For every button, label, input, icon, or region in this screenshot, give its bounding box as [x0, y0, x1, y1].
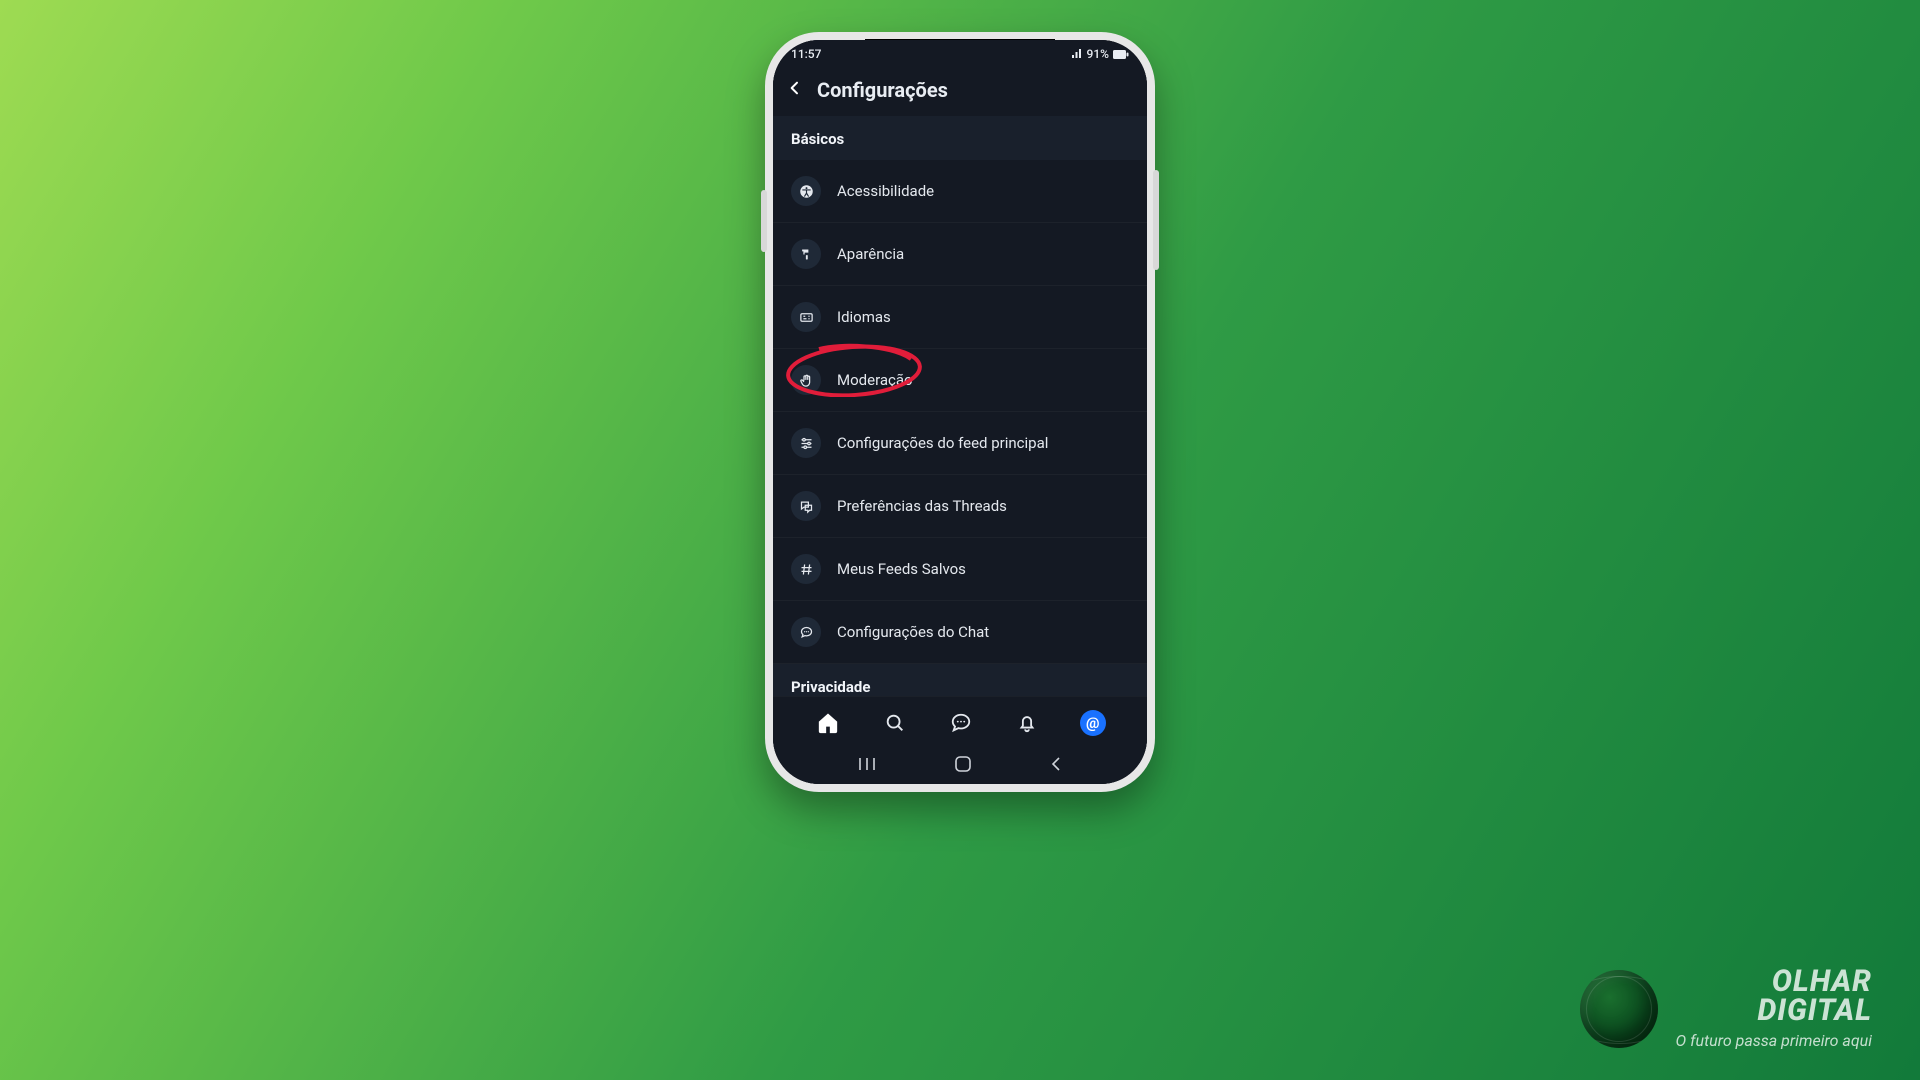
hand-icon-wrap [791, 365, 821, 395]
app-header: Configurações [773, 68, 1147, 116]
brand-tagline: O futuro passa primeiro aqui [1676, 1031, 1872, 1050]
phone-screen: 11:57 91% Configurações BásicosAcessibil… [773, 40, 1147, 784]
nav-notifications[interactable] [1013, 709, 1041, 737]
nav-home[interactable] [814, 709, 842, 737]
softkey-back[interactable] [1049, 755, 1063, 777]
language-icon-wrap [791, 302, 821, 332]
language-icon [799, 310, 814, 325]
bubble-icon [799, 625, 814, 640]
chevron-left-icon [787, 80, 803, 96]
recents-icon [857, 756, 877, 772]
settings-row-chat-settings[interactable]: Configurações do Chat [773, 601, 1147, 664]
settings-row-thread-prefs[interactable]: Preferências das Threads [773, 475, 1147, 538]
settings-row-appearance[interactable]: Aparência [773, 223, 1147, 286]
brand-globe-icon [1580, 970, 1658, 1048]
chat-icon [799, 499, 814, 514]
home-softkey-icon [954, 755, 972, 773]
android-softkeys [773, 748, 1147, 784]
paint-icon-wrap [791, 239, 821, 269]
nav-mentions[interactable]: @ [1080, 710, 1106, 736]
bell-icon [1016, 712, 1038, 734]
settings-row-feed-settings[interactable]: Configurações do feed principal [773, 412, 1147, 475]
home-icon [817, 712, 839, 734]
softkey-recents[interactable] [857, 756, 877, 776]
sliders-icon [799, 436, 814, 451]
chat-icon-wrap [791, 491, 821, 521]
nav-messages[interactable] [947, 709, 975, 737]
settings-row-saved-feeds[interactable]: Meus Feeds Salvos [773, 538, 1147, 601]
settings-row-label: Moderação [837, 371, 913, 389]
status-bar: 11:57 91% [773, 40, 1147, 68]
accessibility-icon [799, 184, 814, 199]
signal-icon [1071, 49, 1083, 59]
phone-side-button-left [761, 190, 767, 252]
settings-row-languages[interactable]: Idiomas [773, 286, 1147, 349]
settings-row-label: Aparência [837, 245, 904, 263]
settings-row-label: Configurações do feed principal [837, 434, 1048, 452]
settings-row-label: Preferências das Threads [837, 497, 1007, 515]
status-battery: 91% [1087, 47, 1109, 61]
messages-icon [950, 712, 972, 734]
background: 11:57 91% Configurações BásicosAcessibil… [0, 0, 1920, 1080]
softkey-home[interactable] [954, 755, 972, 777]
settings-row-accessibility[interactable]: Acessibilidade [773, 160, 1147, 223]
brand-watermark: OLHAR DIGITAL O futuro passa primeiro aq… [1580, 968, 1872, 1050]
brand-text: OLHAR DIGITAL O futuro passa primeiro aq… [1676, 968, 1872, 1050]
brand-line2: DIGITAL [1676, 997, 1872, 1026]
settings-row-label: Configurações do Chat [837, 623, 989, 641]
section-label-0: Básicos [773, 116, 1147, 160]
app-bottom-nav: @ [773, 696, 1147, 748]
bubble-icon-wrap [791, 617, 821, 647]
status-right: 91% [1071, 47, 1129, 61]
status-time: 11:57 [791, 47, 821, 61]
phone-frame: 11:57 91% Configurações BásicosAcessibil… [765, 32, 1155, 792]
settings-row-label: Idiomas [837, 308, 891, 326]
settings-row-label: Meus Feeds Salvos [837, 560, 966, 578]
settings-row-label: Acessibilidade [837, 182, 934, 200]
hand-icon [799, 373, 814, 388]
sliders-icon-wrap [791, 428, 821, 458]
back-button[interactable] [787, 80, 803, 100]
paint-icon [799, 247, 814, 262]
hash-icon-wrap [791, 554, 821, 584]
section-menu-0: Acessibilidade Aparência Idiomas Moderação C… [773, 160, 1147, 664]
back-softkey-icon [1049, 755, 1063, 773]
settings-scroll[interactable]: Básicos Acessibilidade Aparência Idiomas Mod… [773, 116, 1147, 696]
section-label-1: Privacidade [773, 664, 1147, 696]
accessibility-icon-wrap [791, 176, 821, 206]
phone-side-button-right [1153, 170, 1159, 270]
settings-row-moderation[interactable]: Moderação [773, 349, 1147, 412]
page-title: Configurações [817, 78, 948, 102]
at-icon: @ [1086, 714, 1099, 732]
battery-icon [1113, 50, 1129, 59]
search-icon [884, 712, 906, 734]
nav-search[interactable] [881, 709, 909, 737]
hash-icon [799, 562, 814, 577]
